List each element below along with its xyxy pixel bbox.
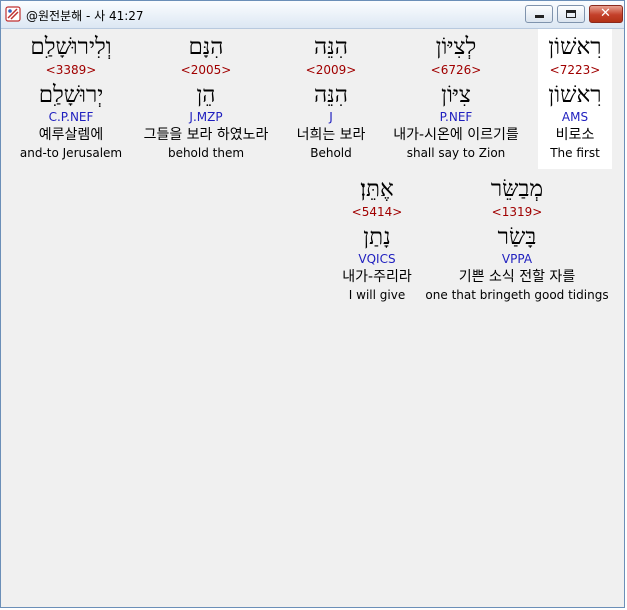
english-gloss: behold them: [167, 146, 245, 160]
strong-number[interactable]: <1319>: [425, 204, 608, 220]
strong-number[interactable]: <2009>: [297, 62, 366, 78]
word-block-5[interactable]: וְלִירוּשָׁלִַם <3389> יְרוּשָׁלִַם C.P.…: [20, 33, 122, 161]
korean-gloss: 내가-주리라: [342, 269, 412, 285]
morphology-code: P.NEF: [439, 110, 473, 124]
maximize-icon: [566, 10, 576, 18]
korean-gloss: 그들을 보라 하였노라: [143, 127, 269, 143]
korean-gloss: 너희는 보라: [296, 127, 366, 143]
app-logo-icon: [5, 6, 21, 22]
morphology-code: J: [329, 110, 333, 124]
korean-gloss: 예루살렘에: [38, 127, 104, 143]
window-title: @원전분해 - 사 41:27: [26, 9, 144, 23]
word-block-7[interactable]: אֶתֵּן׃ <5414> נָתַן VQICS 내가-주리라 I will…: [342, 175, 411, 303]
hebrew-lemma: בָּשַׂר: [497, 224, 537, 250]
english-gloss: shall say to Zion: [406, 146, 506, 160]
morphology-code: VPPA: [501, 252, 533, 266]
word-block-6[interactable]: מְבַשֵּׂר <1319> בָּשַׂר VPPA 기쁜 소식 전할 자…: [425, 175, 608, 303]
hebrew-word: מְבַשֵּׂר: [490, 176, 544, 202]
hebrew-lemma: רִאשׁוֹן: [548, 82, 602, 108]
hebrew-word: רִאשׁוֹן: [548, 34, 602, 60]
hebrew-word: אֶתֵּן׃: [360, 176, 394, 202]
morphology-code: VQICS: [358, 252, 396, 266]
close-button[interactable]: ✕: [589, 5, 623, 23]
hebrew-lemma: יְרוּשָׁלִַם: [38, 82, 104, 108]
word-block-1[interactable]: רִאשׁוֹן <7223> רִאשׁוֹן AMS 비로소 The fir…: [548, 33, 601, 161]
english-gloss: one that bringeth good tidings: [425, 288, 609, 302]
word-block-4[interactable]: הִנָּם <2005> הֵן J.MZP 그들을 보라 하였노라 beho…: [144, 33, 269, 161]
hebrew-word: הִנֵּה: [314, 34, 348, 60]
maximize-button[interactable]: [557, 5, 585, 23]
english-gloss: Behold: [310, 146, 352, 160]
strong-number[interactable]: <5414>: [342, 204, 411, 220]
title-bar[interactable]: @원전분해 - 사 41:27 ✕: [1, 1, 624, 29]
hebrew-word: לְצִיּוֹן: [435, 34, 477, 60]
hebrew-word: וְלִירוּשָׁלִַם: [30, 34, 112, 60]
english-gloss: The first: [550, 146, 600, 160]
morphology-code: AMS: [561, 110, 589, 124]
korean-gloss: 내가-시온에 이르기를: [393, 127, 519, 143]
strong-number[interactable]: <7223>: [548, 62, 601, 78]
strong-number[interactable]: <2005>: [144, 62, 269, 78]
morphology-code: C.P.NEF: [48, 110, 94, 124]
hebrew-lemma: הֵן: [196, 82, 216, 108]
strong-number[interactable]: <6726>: [393, 62, 518, 78]
analysis-pane: רִאשׁוֹן <7223> רִאשׁוֹן AMS 비로소 The fir…: [4, 29, 621, 604]
minimize-button[interactable]: [525, 5, 553, 23]
word-block-2[interactable]: לְצִיּוֹן <6726> צִיּוֹן P.NEF 내가-시온에 이르…: [393, 33, 518, 161]
english-gloss: and-to Jerusalem: [19, 146, 123, 160]
korean-gloss: 비로소: [555, 127, 595, 143]
strong-number[interactable]: <3389>: [20, 62, 122, 78]
minimize-icon: [535, 15, 544, 18]
english-gloss: I will give: [348, 288, 406, 302]
app-window: @원전분해 - 사 41:27 ✕ רִאשׁוֹן <7223> רִאשׁו…: [0, 0, 625, 608]
korean-gloss: 기쁜 소식 전할 자를: [458, 269, 576, 285]
morphology-code: J.MZP: [189, 110, 223, 124]
word-block-3[interactable]: הִנֵּה <2009> הִנֵּה J 너희는 보라 Behold: [297, 33, 366, 161]
hebrew-lemma: הִנֵּה: [314, 82, 348, 108]
close-icon: ✕: [600, 6, 611, 21]
hebrew-lemma: צִיּוֹן: [441, 82, 471, 108]
hebrew-word: הִנָּם: [188, 34, 224, 60]
hebrew-lemma: נָתַן: [363, 224, 391, 250]
